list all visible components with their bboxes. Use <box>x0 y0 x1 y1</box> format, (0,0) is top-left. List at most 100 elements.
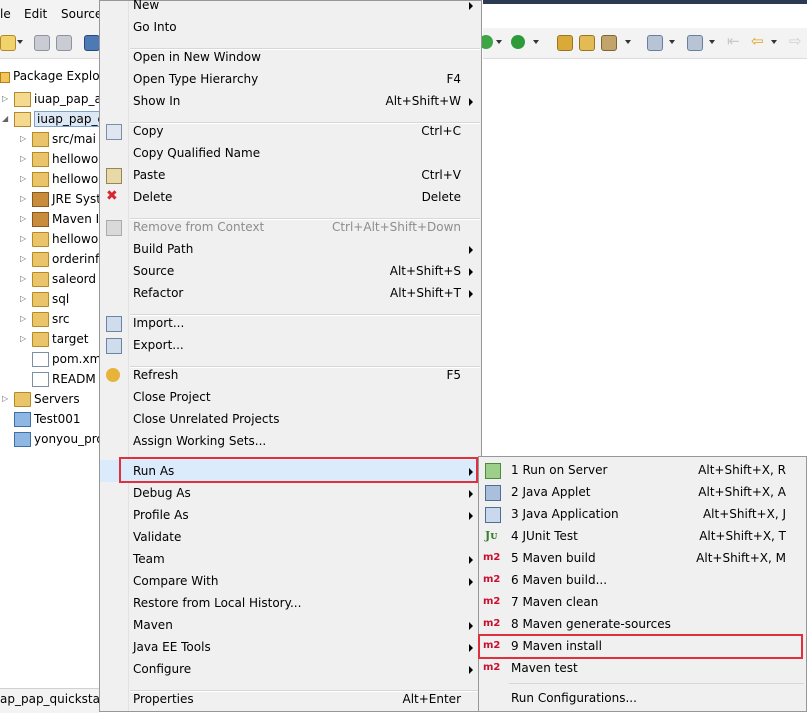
menu-item-open-in-new-window[interactable]: Open in New Window <box>100 46 481 68</box>
new-dropdown-icon[interactable] <box>17 40 23 44</box>
collapsed-arrow-icon[interactable]: ▷ <box>20 174 26 183</box>
menu-source[interactable]: Source <box>61 7 102 21</box>
menu-item-close-unrelated-projects[interactable]: Close Unrelated Projects <box>100 408 481 430</box>
debug-icon[interactable] <box>511 35 525 49</box>
package-explorer-tab[interactable]: Package Explo <box>0 64 100 88</box>
submenu-item-7-maven-clean[interactable]: m2 7 Maven clean <box>479 591 806 613</box>
tree-item[interactable]: ◢ iuap_pap_q <box>0 109 100 129</box>
menu-item-import[interactable]: Import... <box>100 312 481 334</box>
tree-item[interactable]: ▷ hellowo <box>0 169 100 189</box>
menu-item-new[interactable]: New <box>100 0 481 16</box>
save-icon[interactable] <box>34 35 50 51</box>
menu-item-export[interactable]: Export... <box>100 334 481 356</box>
collapsed-arrow-icon[interactable]: ▷ <box>2 394 8 403</box>
menu-item-copy-qualified-name[interactable]: Copy Qualified Name <box>100 142 481 164</box>
tree-item[interactable]: ▷ JRE Syst <box>0 189 100 209</box>
folder-icon <box>32 232 49 247</box>
submenu-item-run-configurations[interactable]: Run Configurations... <box>479 687 806 709</box>
tree-item[interactable]: ▷ saleord <box>0 269 100 289</box>
menu-item-close-project[interactable]: Close Project <box>100 386 481 408</box>
tree-item[interactable]: ▷ Maven I <box>0 209 100 229</box>
new-icon[interactable] <box>0 35 16 51</box>
menu-item-assign-working-sets[interactable]: Assign Working Sets... <box>100 430 481 452</box>
collapsed-arrow-icon[interactable]: ▷ <box>20 154 26 163</box>
submenu-item-4-junit-test[interactable]: Jᴜ 4 JUnit Test Alt+Shift+X, T <box>479 525 806 547</box>
debug-dropdown-icon[interactable] <box>533 40 539 44</box>
submenu-item-9-maven-install[interactable]: m2 9 Maven install <box>479 635 806 657</box>
tree-item[interactable]: ▷ iuap_pap_a <box>0 89 100 109</box>
submenu-item-6-maven-build[interactable]: m2 6 Maven build... <box>479 569 806 591</box>
menu-item-refactor[interactable]: Refactor Alt+Shift+T <box>100 282 481 304</box>
menu-edit[interactable]: Edit <box>24 7 47 21</box>
collapsed-arrow-icon[interactable]: ▷ <box>20 194 26 203</box>
submenu-item-3-java-application[interactable]: 3 Java Application Alt+Shift+X, J <box>479 503 806 525</box>
tree-item[interactable]: yonyou_pro <box>0 429 100 449</box>
submenu-item-1-run-on-server[interactable]: 1 Run on Server Alt+Shift+X, R <box>479 459 806 481</box>
tree-item[interactable]: ▷ src/mai <box>0 129 100 149</box>
collapsed-arrow-icon[interactable]: ▷ <box>20 254 26 263</box>
tree-item[interactable]: READM <box>0 369 100 389</box>
menu-item-properties[interactable]: Properties Alt+Enter <box>100 688 481 710</box>
prev-annotation-icon[interactable] <box>687 35 703 51</box>
menu-item-debug-as[interactable]: Debug As <box>100 482 481 504</box>
tree-item[interactable]: ▷ hellowo <box>0 149 100 169</box>
open-type-icon[interactable] <box>557 35 573 51</box>
back-icon[interactable]: ⇦ <box>751 32 764 50</box>
menu-item-validate[interactable]: Validate <box>100 526 481 548</box>
submenu-item-maven-test[interactable]: m2 Maven test <box>479 657 806 679</box>
menu-item-team[interactable]: Team <box>100 548 481 570</box>
menu-item-copy[interactable]: Copy Ctrl+C <box>100 120 481 142</box>
open-folder-icon[interactable] <box>579 35 595 51</box>
menu-item-restore-from-local-history[interactable]: Restore from Local History... <box>100 592 481 614</box>
menu-item-refresh[interactable]: Refresh F5 <box>100 364 481 386</box>
folder-icon <box>32 312 49 327</box>
next-annotation-dropdown-icon[interactable] <box>669 40 675 44</box>
last-edit-icon[interactable]: ⇤ <box>727 32 740 50</box>
collapsed-arrow-icon[interactable]: ▷ <box>20 234 26 243</box>
menu-item-source[interactable]: Source Alt+Shift+S <box>100 260 481 282</box>
menu-item-open-type-hierarchy[interactable]: Open Type Hierarchy F4 <box>100 68 481 90</box>
menu-item-show-in[interactable]: Show In Alt+Shift+W <box>100 90 481 112</box>
collapsed-arrow-icon[interactable]: ▷ <box>20 214 26 223</box>
submenu-item-5-maven-build[interactable]: m2 5 Maven build Alt+Shift+X, M <box>479 547 806 569</box>
tree-item[interactable]: ▷ hellowo <box>0 229 100 249</box>
next-annotation-icon[interactable] <box>647 35 663 51</box>
submenu-item-2-java-applet[interactable]: 2 Java Applet Alt+Shift+X, A <box>479 481 806 503</box>
tree-item[interactable]: Test001 <box>0 409 100 429</box>
menu-file[interactable]: le <box>0 7 11 21</box>
save-all-icon[interactable] <box>56 35 72 51</box>
collapsed-arrow-icon[interactable]: ▷ <box>20 294 26 303</box>
tree-item[interactable]: ▷ orderinf <box>0 249 100 269</box>
menu-item-run-as[interactable]: Run As <box>100 460 481 482</box>
tree-item[interactable]: pom.xm <box>0 349 100 369</box>
tree-item[interactable]: ▷ sql <box>0 289 100 309</box>
menu-item-build-path[interactable]: Build Path <box>100 238 481 260</box>
tree-item[interactable]: ▷ target <box>0 329 100 349</box>
submenu-item-8-maven-generate-sources[interactable]: m2 8 Maven generate-sources <box>479 613 806 635</box>
menu-item-label: Paste <box>133 168 166 182</box>
tree-item[interactable]: ▷ src <box>0 309 100 329</box>
menu-item-java-ee-tools[interactable]: Java EE Tools <box>100 636 481 658</box>
pen-dropdown-icon[interactable] <box>625 40 631 44</box>
menu-item-paste[interactable]: Paste Ctrl+V <box>100 164 481 186</box>
menu-item-go-into[interactable]: Go Into <box>100 16 481 38</box>
forward-icon[interactable]: ⇨ <box>789 32 802 50</box>
menu-item-profile-as[interactable]: Profile As <box>100 504 481 526</box>
collapsed-arrow-icon[interactable]: ▷ <box>20 134 26 143</box>
expanded-arrow-icon[interactable]: ◢ <box>2 114 8 123</box>
menu-item-configure[interactable]: Configure <box>100 658 481 680</box>
collapsed-arrow-icon[interactable]: ▷ <box>20 314 26 323</box>
prev-annotation-dropdown-icon[interactable] <box>709 40 715 44</box>
collapsed-arrow-icon[interactable]: ▷ <box>20 334 26 343</box>
collapsed-arrow-icon[interactable]: ▷ <box>2 94 8 103</box>
tree-item[interactable]: ▷ Servers <box>0 389 100 409</box>
run-dropdown-icon[interactable] <box>496 40 502 44</box>
menu-item-compare-with[interactable]: Compare With <box>100 570 481 592</box>
remove-context-icon <box>106 220 122 236</box>
terminal-icon[interactable] <box>84 35 100 51</box>
back-dropdown-icon[interactable] <box>771 40 777 44</box>
collapsed-arrow-icon[interactable]: ▷ <box>20 274 26 283</box>
menu-item-delete[interactable]: ✖ Delete Delete <box>100 186 481 208</box>
pen-icon[interactable] <box>601 35 617 51</box>
menu-item-maven[interactable]: Maven <box>100 614 481 636</box>
